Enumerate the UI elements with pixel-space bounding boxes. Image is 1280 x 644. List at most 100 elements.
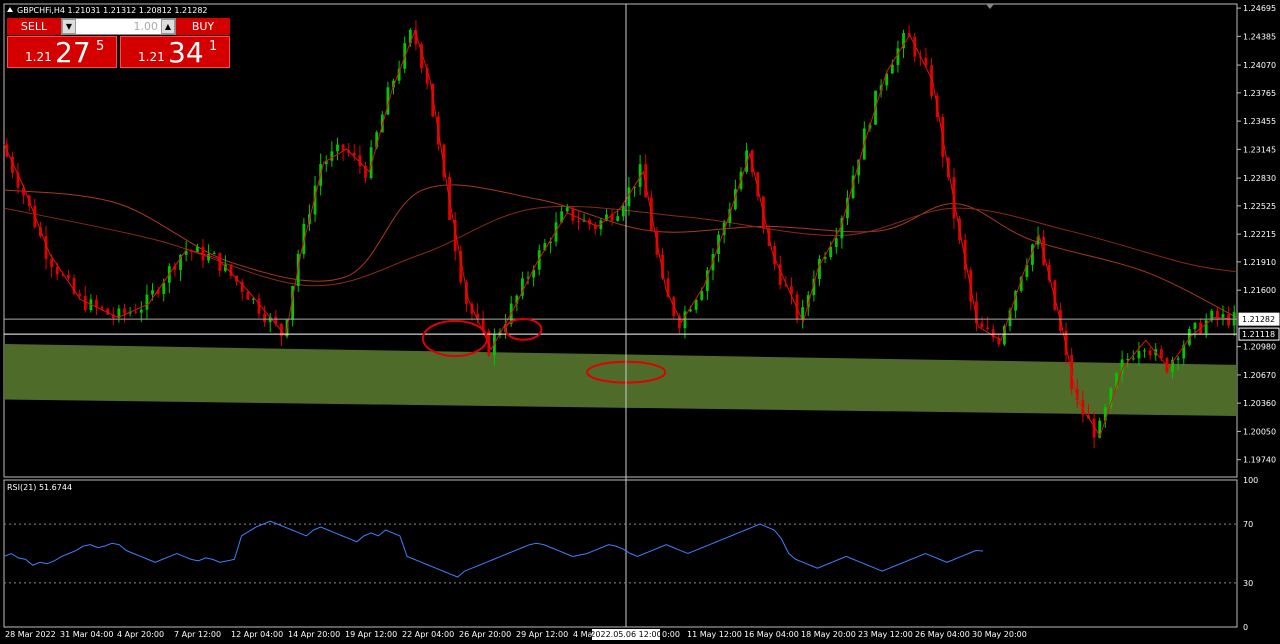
y-axis-tick-label: 1.20360 (1243, 399, 1276, 408)
candle (1199, 318, 1202, 335)
candle (1193, 321, 1197, 338)
candle-body (980, 323, 984, 328)
candle-body (890, 64, 894, 74)
candle-body (83, 295, 87, 310)
candle (745, 142, 749, 174)
sell-price-pips: 27 (55, 36, 91, 69)
rsi-axis-tick-label: 30 (1243, 579, 1253, 588)
candle-body (67, 274, 70, 279)
candle-body (818, 258, 821, 280)
y-axis-tick-label: 1.19740 (1243, 456, 1276, 465)
candle (1221, 305, 1225, 326)
candle (341, 143, 345, 161)
buy-button[interactable]: BUY (176, 18, 230, 35)
x-axis-tick-label: 22 Apr 04:00 (402, 630, 454, 639)
candle-body (571, 207, 575, 221)
candle-body (336, 144, 339, 152)
x-axis-tick-label: 28 Mar 2022 (5, 630, 56, 639)
candle-body (195, 246, 199, 253)
annotation-circle (504, 317, 543, 341)
candle-body (834, 238, 838, 248)
candle-body (1137, 351, 1141, 359)
y-axis-tick-label: 1.21910 (1243, 258, 1276, 267)
lot-size-control[interactable]: ▼ 1.00 ▲ (61, 18, 176, 35)
candle (352, 144, 356, 161)
candle-body (246, 291, 250, 300)
candle-body (330, 151, 334, 161)
sell-price-button[interactable]: 1.21 27 5 (7, 36, 117, 69)
lot-increase-icon[interactable]: ▲ (161, 19, 175, 34)
candle (195, 243, 199, 253)
rsi-axis-tick-label: 70 (1243, 520, 1253, 529)
symbol-info-label: GBPCHFi,H4 1.21031 1.21312 1.20812 1.212… (17, 6, 208, 15)
candle (358, 145, 362, 174)
candle-body (50, 258, 54, 268)
candle (218, 252, 222, 277)
candle-body (621, 205, 625, 217)
candle (369, 140, 373, 180)
y-axis-tick-label: 1.22215 (1243, 230, 1276, 239)
candle-body (924, 57, 928, 66)
candle-body (801, 307, 805, 320)
chart-shift-marker-icon[interactable] (986, 4, 994, 9)
candle (896, 40, 900, 73)
candle (145, 284, 149, 320)
sell-price-prefix: 1.21 (25, 50, 52, 64)
x-axis-tick-label: 12 Apr 04:00 (231, 630, 283, 639)
buy-price-fraction: 1 (209, 39, 218, 54)
x-axis-tick-label: 7 Apr 12:00 (174, 630, 221, 639)
candle (83, 285, 87, 313)
candle (67, 269, 70, 281)
x-axis-tick-label: 30 May 20:00 (972, 630, 1027, 639)
candle-body (565, 207, 569, 212)
lot-decrease-icon[interactable]: ▼ (62, 19, 76, 34)
candle (610, 209, 614, 226)
candle (834, 227, 838, 254)
support-zone (4, 343, 1237, 416)
x-axis-tick-label: 18 May 20:00 (801, 630, 856, 639)
candle-body (1176, 358, 1180, 360)
candle (1227, 306, 1230, 329)
candle (593, 222, 597, 235)
candle-body (257, 298, 261, 314)
candle-body (1148, 350, 1152, 356)
candle (588, 217, 592, 230)
candle-body (577, 220, 580, 222)
candle-body (700, 290, 704, 300)
x-axis-tick-label: 11 May 12:00 (687, 630, 742, 639)
x-axis-tick-label: 31 Mar 04:00 (60, 630, 113, 639)
candle-body (616, 216, 620, 221)
candle (212, 250, 216, 255)
buy-price-button[interactable]: 1.21 34 1 (120, 36, 230, 69)
collapse-panel-icon[interactable] (7, 7, 13, 12)
buy-price-pips: 34 (168, 36, 204, 69)
candle-body (78, 293, 82, 296)
y-axis-tick-label: 1.23145 (1243, 145, 1276, 154)
candle (123, 303, 126, 323)
one-click-trading-panel: SELL ▼ 1.00 ▲ BUY 1.21 27 5 1.21 34 1 (7, 18, 230, 69)
candle (240, 278, 244, 301)
moving-average-line (3, 184, 1238, 318)
candle (683, 305, 687, 339)
candle (106, 307, 110, 316)
candle-body (139, 309, 143, 313)
x-axis-tick-label: 4 Apr 20:00 (117, 630, 164, 639)
x-axis-tick-label: 29 Apr 12:00 (516, 630, 568, 639)
sell-button[interactable]: SELL (7, 18, 61, 35)
candle-body (1221, 314, 1225, 318)
rsi-label: RSI(21) 51.6744 (7, 483, 72, 492)
candle (997, 333, 1001, 348)
candle-body (689, 309, 692, 312)
lot-size-input[interactable]: 1.00 (76, 19, 161, 34)
candle (599, 218, 603, 236)
buy-price-prefix: 1.21 (138, 50, 165, 64)
chart-canvas[interactable]: 1.24695 1.24385 1.24070 1.23765 1.23455 1.231… (0, 0, 1280, 644)
candle-body (694, 299, 698, 310)
candle-body (1215, 310, 1219, 318)
y-axis-tick-label: 1.24695 (1243, 4, 1276, 13)
candle-body (1131, 358, 1135, 360)
candle-body (263, 313, 267, 323)
candle (1092, 411, 1096, 449)
x-axis-tick-label: 16 May 04:00 (744, 630, 799, 639)
y-axis-tick-label: 1.22830 (1243, 174, 1276, 183)
